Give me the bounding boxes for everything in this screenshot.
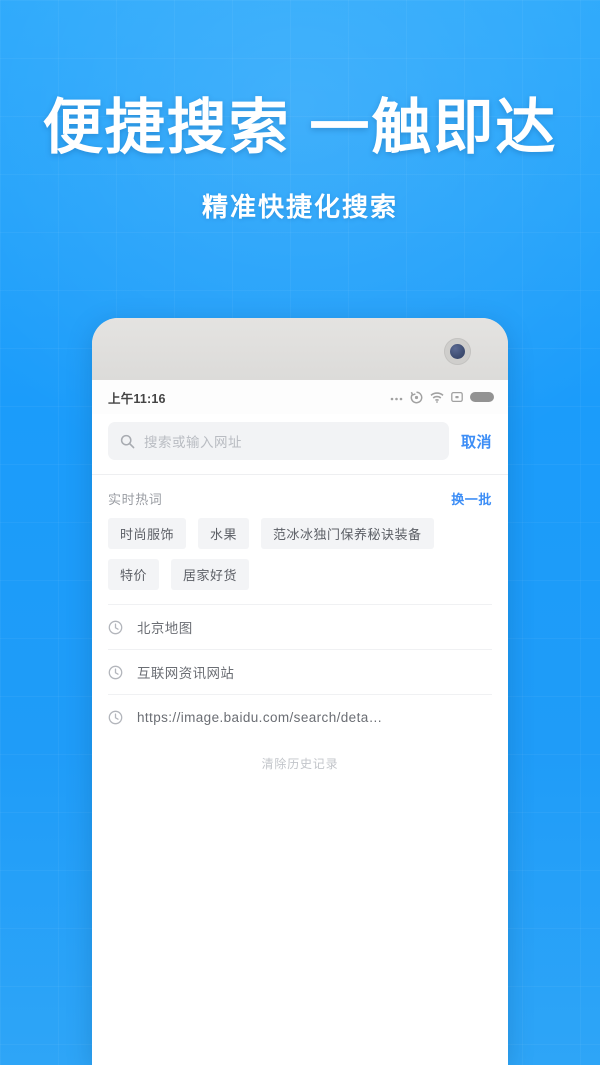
hero-section: 便捷搜索 一触即达 精准快捷化搜索 [0, 94, 600, 224]
search-row: 搜索或输入网址 取消 [92, 414, 508, 474]
more-dots-icon [390, 397, 403, 400]
hot-word-tag[interactable]: 时尚服饰 [108, 518, 187, 549]
history-item-text: https://image.baidu.com/search/deta… [137, 709, 383, 725]
hot-words-title: 实时热词 [108, 492, 163, 507]
cancel-button[interactable]: 取消 [461, 431, 492, 452]
clock-icon [108, 665, 123, 679]
history-item-text: 北京地图 [137, 621, 193, 636]
search-input-placeholder: 搜索或输入网址 [144, 435, 242, 450]
phone-bezel [92, 318, 508, 380]
battery-icon [470, 392, 494, 402]
hot-word-tag[interactable]: 居家好货 [171, 559, 250, 590]
hero-subtitle: 精准快捷化搜索 [201, 191, 398, 222]
list-item[interactable]: 互联网资讯网站 [108, 649, 492, 694]
hot-words-header: 实时热词 换一批 [92, 475, 508, 518]
hot-word-tag[interactable]: 特价 [108, 559, 160, 590]
hot-word-tag[interactable]: 范冰冰独门保养秘诀装备 [261, 518, 434, 549]
status-bar-icons [390, 391, 494, 404]
phone-mockup: 上午11:16 搜索或输入网址 取消 实时热词 换一批 时尚服饰 水果 范冰冰独… [92, 318, 508, 1065]
hero-title: 便捷搜索 一触即达 [42, 94, 558, 161]
wifi-icon [430, 391, 444, 403]
search-input[interactable]: 搜索或输入网址 [108, 422, 449, 460]
sim-icon [451, 391, 463, 403]
list-item[interactable]: https://image.baidu.com/search/deta… [108, 694, 492, 739]
sync-icon [410, 391, 423, 403]
clock-icon [108, 620, 123, 634]
status-bar-time: 上午11:16 [108, 391, 166, 406]
search-history-list: 北京地图 互联网资讯网站 https://image.baidu.com/sea… [92, 604, 508, 787]
refresh-hot-words-button[interactable]: 换一批 [451, 489, 492, 508]
search-icon [120, 434, 135, 448]
hot-word-tag[interactable]: 水果 [198, 518, 250, 549]
front-camera-icon [444, 338, 471, 365]
phone-screen: 上午11:16 搜索或输入网址 取消 实时热词 换一批 时尚服饰 水果 范冰冰独… [92, 380, 508, 1065]
clock-icon [108, 710, 123, 724]
list-item[interactable]: 北京地图 [108, 604, 492, 649]
hot-words-tag-list: 时尚服饰 水果 范冰冰独门保养秘诀装备 特价 居家好货 [92, 518, 508, 604]
clear-history-button[interactable]: 清除历史记录 [262, 755, 339, 772]
clear-history-row[interactable]: 清除历史记录 [108, 739, 492, 787]
status-bar: 上午11:16 [92, 380, 508, 414]
camera-lens [450, 344, 465, 359]
history-item-text: 互联网资讯网站 [137, 666, 235, 681]
